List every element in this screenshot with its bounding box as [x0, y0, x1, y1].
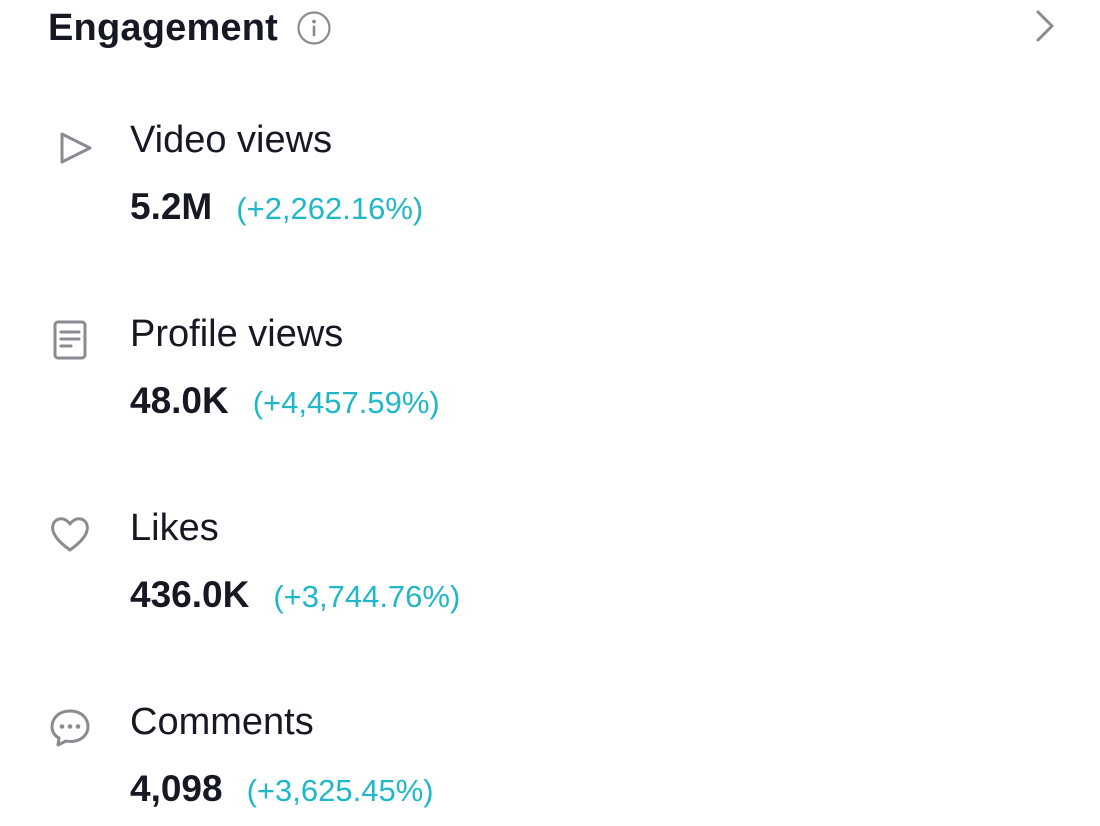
metric-value-row: 48.0K (+4,457.59%)	[130, 380, 440, 422]
chevron-right-icon[interactable]	[1030, 6, 1060, 46]
metric-label: Comments	[130, 701, 314, 743]
metric-comments: Comments 4,098 (+3,625.45%)	[48, 700, 948, 820]
heart-icon	[48, 512, 92, 556]
metric-value: 48.0K	[130, 380, 229, 421]
metric-likes: Likes 436.0K (+3,744.76%)	[48, 506, 948, 626]
engagement-header: Engagement	[48, 0, 1058, 56]
play-icon	[54, 126, 98, 170]
metric-value-row: 5.2M (+2,262.16%)	[130, 186, 423, 228]
metric-value: 4,098	[130, 768, 223, 809]
document-icon	[48, 318, 92, 362]
metric-change: (+3,625.45%)	[246, 773, 434, 808]
metric-profile-views: Profile views 48.0K (+4,457.59%)	[48, 312, 948, 432]
metric-video-views: Video views 5.2M (+2,262.16%)	[48, 118, 948, 238]
metric-value: 436.0K	[130, 574, 250, 615]
comment-icon	[48, 706, 92, 750]
info-icon[interactable]	[296, 10, 332, 46]
metric-label: Likes	[130, 507, 219, 549]
metric-change: (+2,262.16%)	[236, 191, 424, 226]
metric-label: Video views	[130, 119, 333, 161]
metric-label: Profile views	[130, 313, 344, 355]
section-title: Engagement	[48, 6, 279, 49]
metric-value: 5.2M	[130, 186, 213, 227]
metric-value-row: 4,098 (+3,625.45%)	[130, 768, 434, 810]
metric-change: (+3,744.76%)	[273, 579, 461, 614]
metric-change: (+4,457.59%)	[252, 385, 440, 420]
metric-value-row: 436.0K (+3,744.76%)	[130, 574, 460, 616]
